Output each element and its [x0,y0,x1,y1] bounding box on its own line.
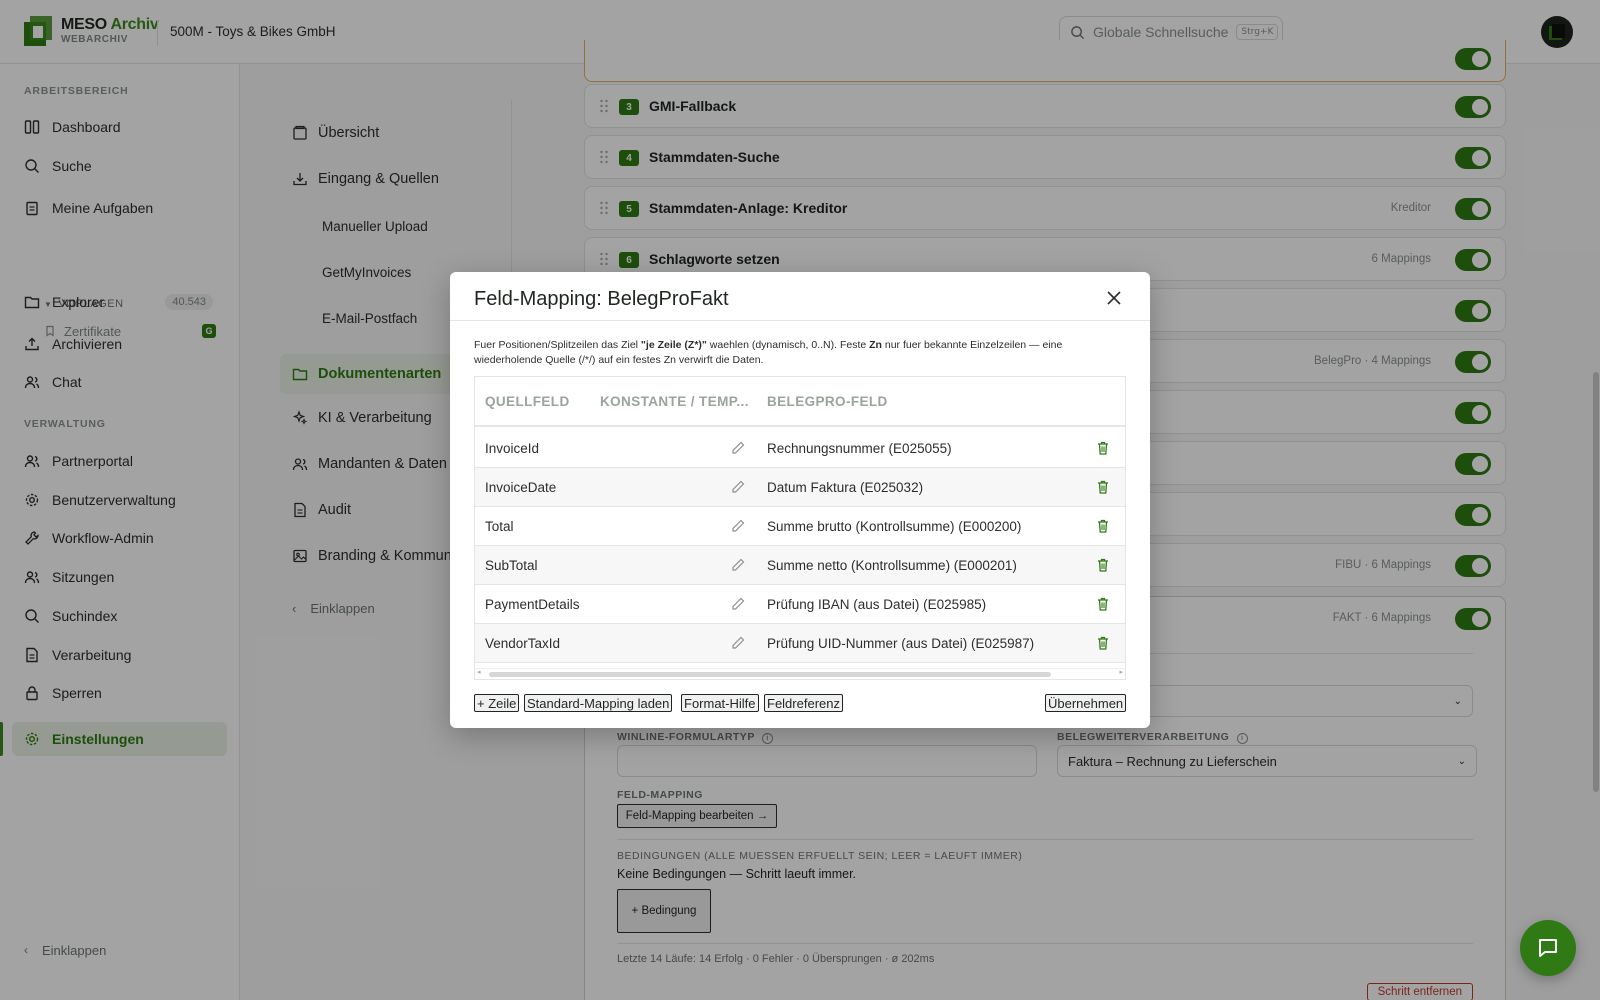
apply-button[interactable]: Übernehmen [1045,694,1127,712]
field-mapping-dialog: Feld-Mapping: BelegProFakt Fuer Position… [450,272,1150,728]
dialog-title: Feld-Mapping: BelegProFakt [474,288,729,310]
load-default-mapping-button[interactable]: Standard-Mapping laden [524,694,673,712]
target-field[interactable]: Prüfung UID-Nummer (aus Datei) (E025987) [767,636,1034,651]
delete-icon[interactable] [1095,518,1111,534]
edit-icon[interactable] [730,440,746,456]
delete-icon[interactable] [1095,479,1111,495]
delete-icon[interactable] [1095,596,1111,612]
table-horizontal-scrollbar[interactable]: ◂ ▸ [475,668,1125,679]
target-field[interactable]: Summe netto (Kontrollsumme) (E000201) [767,558,1017,573]
table-row[interactable]: InvoiceId Rechnungsnummer (E025055) [475,429,1125,468]
table-row[interactable]: InvoiceDate Datum Faktura (E025032) [475,468,1125,507]
dialog-hint: Fuer Positionen/Splitzeilen das Ziel "je… [474,338,1124,368]
source-field: Total [485,519,514,534]
chat-bubble-icon [1539,939,1557,957]
hint-bold-1: "je Zeile (Z*)" [640,339,707,351]
scroll-left-icon[interactable]: ◂ [477,668,481,676]
table-header: QUELLFELD KONSTANTE / TEMP... BELEGPRO-F… [475,377,1125,427]
source-field: SubTotal [485,558,538,573]
edit-icon[interactable] [730,635,746,651]
delete-icon[interactable] [1095,635,1111,651]
column-header-constant: KONSTANTE / TEMP... [600,394,749,409]
field-reference-button[interactable]: Feldreferenz [764,694,843,712]
scroll-right-icon[interactable]: ▸ [1119,668,1123,676]
source-field: PaymentDetails [485,597,580,612]
edit-icon[interactable] [730,596,746,612]
table-row[interactable]: PaymentDetails Prüfung IBAN (aus Datei) (… [475,585,1125,624]
mapping-table: QUELLFELD KONSTANTE / TEMP... BELEGPRO-F… [474,376,1126,680]
column-header-source: QUELLFELD [485,394,570,409]
hint-text-1: Fuer Positionen/Splitzeilen das Ziel [474,339,641,351]
format-help-button[interactable]: Format-Hilfe [681,694,759,712]
dialog-divider [450,320,1150,321]
table-row[interactable]: VendorTaxId Prüfung UID-Nummer (aus Datei… [475,624,1125,663]
hint-text-2: waehlen (dynamisch, 0..N). Feste [706,339,870,351]
table-row[interactable]: Total Summe brutto (Kontrollsumme) (E0002… [475,507,1125,546]
delete-icon[interactable] [1095,440,1111,456]
hint-bold-2: Zn [869,339,882,351]
chat-button[interactable] [1520,920,1576,976]
delete-icon[interactable] [1095,557,1111,573]
edit-icon[interactable] [730,518,746,534]
edit-icon[interactable] [730,479,746,495]
scrollbar-thumb[interactable] [489,672,1051,677]
source-field: InvoiceId [485,441,540,456]
edit-icon[interactable] [730,557,746,573]
source-field: InvoiceDate [485,480,557,495]
close-icon[interactable] [1104,288,1124,308]
table-row[interactable]: SubTotal Summe netto (Kontrollsumme) (E00… [475,546,1125,585]
target-field[interactable]: Rechnungsnummer (E025055) [767,441,952,456]
column-header-target: BELEGPRO-FELD [767,394,888,409]
target-field[interactable]: Datum Faktura (E025032) [767,480,923,495]
target-field[interactable]: Prüfung IBAN (aus Datei) (E025985) [767,597,986,612]
add-row-button[interactable]: + Zeile [474,694,520,712]
target-field[interactable]: Summe brutto (Kontrollsumme) (E000200) [767,519,1021,534]
source-field: VendorTaxId [485,636,561,651]
